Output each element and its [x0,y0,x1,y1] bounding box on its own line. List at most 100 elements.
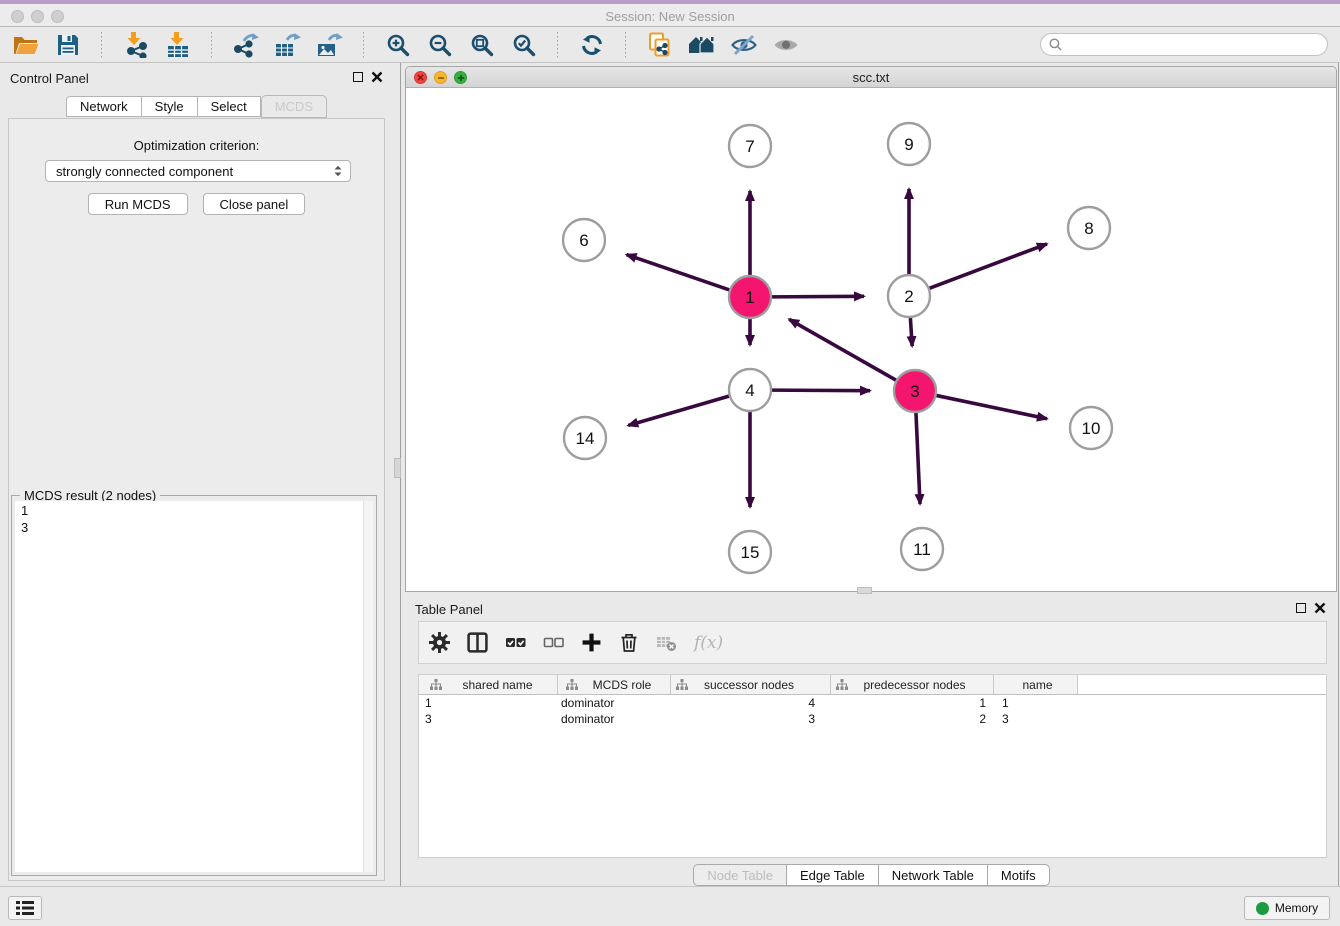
search-box [1040,33,1328,56]
column-header-mcds-role[interactable]: MCDS role [558,675,671,694]
graph-node-label: 14 [576,429,595,448]
memory-label: Memory [1275,901,1318,915]
table-row[interactable]: 3 dominator 3 2 3 [419,711,1326,727]
float-table-panel-icon[interactable] [1296,603,1306,613]
mcds-result-box: MCDS result (2 nodes) 1 3 [11,495,377,876]
column-header-shared-name[interactable]: shared name [419,675,558,694]
graph-node-14[interactable]: 14 [564,417,606,459]
float-panel-icon[interactable] [353,72,363,82]
column-header-predecessor-nodes[interactable]: predecessor nodes [831,675,994,694]
table-header-row: shared name MCDS role successor nodes pr… [419,675,1326,695]
column-label: name [1002,678,1077,692]
graph-edge-2-8[interactable] [929,244,1047,289]
graph-node-label: 7 [745,137,754,156]
network-titlebar[interactable]: scc.txt [406,67,1336,88]
graph-node-15[interactable]: 15 [729,531,771,573]
delete-column-icon[interactable] [619,632,639,653]
graph-node-label: 11 [913,540,931,559]
result-scrollbar[interactable] [363,501,373,872]
mcds-result-line: 1 [21,502,373,519]
network-canvas[interactable]: 7 9 6 8 1 2 4 3 14 10 15 11 [406,88,1336,591]
export-image-icon[interactable] [316,31,343,58]
hide-selected-icon[interactable] [730,31,757,58]
manage-columns-icon[interactable] [467,632,488,653]
graph-node-label: 8 [1084,219,1093,238]
mcds-result-text[interactable]: 1 3 [15,501,373,872]
criterion-dropdown[interactable]: strongly connected component [45,160,351,182]
graph-edge-3-11[interactable] [916,412,920,504]
zoom-selected-icon[interactable] [510,31,537,58]
close-panel-icon[interactable] [371,71,383,83]
graph-edge-4-3[interactable] [771,390,870,391]
table-row[interactable]: 1 dominator 4 1 1 [419,695,1326,711]
graph-edge-1-2[interactable] [771,296,864,297]
tab-select[interactable]: Select [198,96,261,117]
graph-node-10[interactable]: 10 [1070,407,1112,449]
control-panel-title: Control Panel [10,71,89,86]
select-all-rows-icon[interactable] [505,632,526,653]
refresh-view-icon[interactable] [578,31,605,58]
cell-name: 1 [994,696,1078,710]
panel-list-button[interactable] [8,896,42,920]
table-settings-icon[interactable] [429,632,450,653]
import-table-icon[interactable] [164,31,191,58]
graph-edge-3-1[interactable] [789,319,897,380]
graph-node-2[interactable]: 2 [888,275,930,317]
zoom-out-icon[interactable] [426,31,453,58]
export-network-icon[interactable] [232,31,259,58]
graph-edge-3-10[interactable] [936,395,1047,418]
graph-node-9[interactable]: 9 [888,123,930,165]
tab-network-table[interactable]: Network Table [879,864,988,886]
graph-node-6[interactable]: 6 [563,219,605,261]
open-file-icon[interactable] [12,31,39,58]
import-network-icon[interactable] [122,31,149,58]
graph-edge-2-3[interactable] [910,317,912,346]
search-input[interactable] [1067,38,1319,52]
cell-successor-nodes: 4 [671,696,831,710]
export-table-icon[interactable] [274,31,301,58]
status-bar: Memory [0,886,1340,926]
deselect-all-rows-icon[interactable] [543,632,564,653]
network-graph[interactable]: 7 9 6 8 1 2 4 3 14 10 15 11 [406,88,1336,592]
graph-node-label: 15 [741,543,760,562]
close-panel-button[interactable]: Close panel [203,193,306,215]
graph-node-label: 3 [910,382,919,401]
column-header-successor-nodes[interactable]: successor nodes [671,675,831,694]
close-table-panel-icon[interactable] [1314,602,1326,614]
vertical-splitter-grip[interactable] [394,458,401,478]
first-neighbors-icon[interactable] [688,31,715,58]
graph-edge-4-14[interactable] [628,396,730,426]
network-title: scc.txt [406,70,1336,85]
show-all-icon[interactable] [772,31,799,58]
graph-node-1[interactable]: 1 [729,276,771,318]
zoom-in-icon[interactable] [384,31,411,58]
memory-status-icon [1256,902,1269,915]
add-column-icon[interactable] [581,632,602,653]
clone-network-icon[interactable] [646,31,673,58]
zoom-fit-icon[interactable] [468,31,495,58]
graph-node-4[interactable]: 4 [729,369,771,411]
save-session-icon[interactable] [54,31,81,58]
tab-network[interactable]: Network [66,96,142,117]
tab-node-table[interactable]: Node Table [693,864,787,886]
graph-edge-1-6[interactable] [627,255,731,291]
function-builder-icon[interactable]: f(x) [694,633,723,653]
delete-table-icon[interactable] [656,633,677,652]
mcds-buttons-row: Run MCDS Close panel [9,193,384,215]
graph-node-11[interactable]: 11 [901,528,943,570]
tab-style[interactable]: Style [142,96,198,117]
run-mcds-button[interactable]: Run MCDS [88,193,188,215]
tab-motifs[interactable]: Motifs [988,864,1050,886]
graph-node-7[interactable]: 7 [729,125,771,167]
tab-mcds[interactable]: MCDS [261,95,327,118]
toolbar-separator [557,32,558,58]
graph-node-8[interactable]: 8 [1068,207,1110,249]
graph-node-3[interactable]: 3 [894,370,936,412]
toolbar-separator [625,32,626,58]
graph-node-label: 4 [745,381,754,400]
optimization-criterion-label: Optimization criterion: [9,138,384,153]
memory-button[interactable]: Memory [1244,896,1330,920]
tab-edge-table[interactable]: Edge Table [787,864,879,886]
horizontal-splitter-grip[interactable] [857,587,872,594]
column-header-name[interactable]: name [994,675,1078,694]
